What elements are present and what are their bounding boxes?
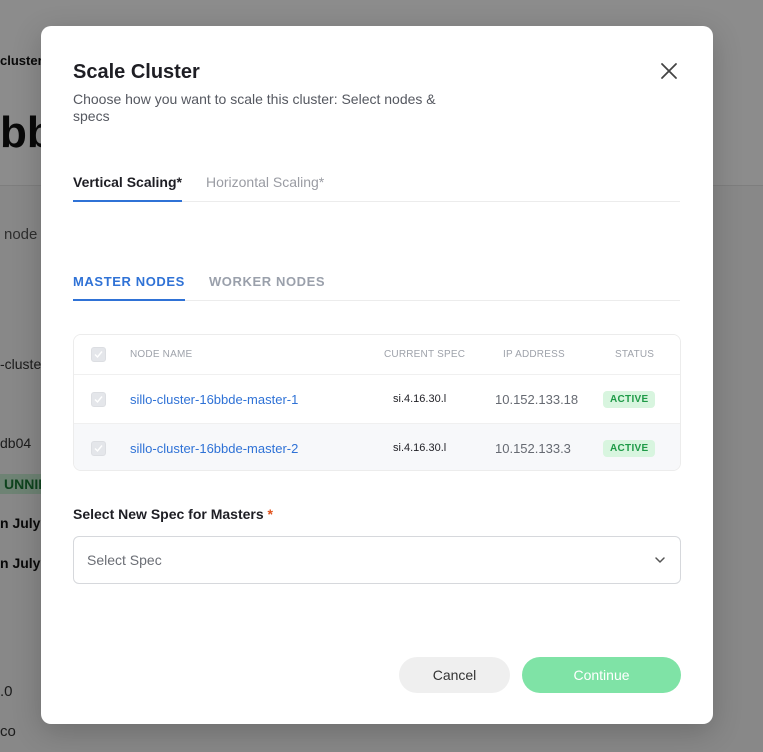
- header-current-spec: CURRENT SPEC: [384, 349, 466, 360]
- select-all-checkbox[interactable]: [91, 347, 106, 362]
- row-checkbox[interactable]: [91, 391, 106, 407]
- status-badge: ACTIVE: [603, 390, 656, 408]
- node-name-link[interactable]: sillo-cluster-16bbde-master-2: [130, 441, 298, 456]
- status-badge: ACTIVE: [603, 439, 656, 457]
- chevron-down-icon: [655, 557, 665, 563]
- header-status: STATUS: [615, 349, 655, 360]
- nodes-table: NODE NAME CURRENT SPEC IP ADDRESS STATUS…: [73, 334, 681, 471]
- tab-worker-nodes[interactable]: WORKER NODES: [209, 274, 325, 300]
- modal-subtitle: Choose how you want to scale this cluste…: [73, 91, 436, 124]
- header-node-name: NODE NAME: [130, 349, 193, 360]
- close-button[interactable]: [656, 58, 682, 84]
- spec-field-label: Select New Spec for Masters *: [73, 506, 273, 522]
- check-icon: [94, 351, 103, 359]
- node-ip-address: 10.152.133.3: [495, 440, 571, 456]
- check-icon: [94, 395, 103, 403]
- table-row: sillo-cluster-16bbde-master-1 si.4.16.30…: [74, 375, 680, 424]
- check-icon: [94, 444, 103, 452]
- spec-select-placeholder: Select Spec: [87, 552, 162, 568]
- node-type-tabs: MASTER NODES WORKER NODES: [73, 274, 680, 301]
- row-checkbox[interactable]: [91, 440, 106, 456]
- continue-button[interactable]: Continue: [522, 657, 681, 693]
- node-current-spec: si.4.16.30.l: [393, 442, 447, 454]
- scale-cluster-modal: Scale Cluster Choose how you want to sca…: [41, 26, 713, 724]
- tab-horizontal-scaling[interactable]: Horizontal Scaling*: [206, 174, 324, 201]
- close-icon: [661, 63, 677, 79]
- node-name-link[interactable]: sillo-cluster-16bbde-master-1: [130, 392, 298, 407]
- spec-select[interactable]: Select Spec: [73, 536, 681, 584]
- node-current-spec: si.4.16.30.l: [393, 393, 447, 405]
- header-ip-address: IP ADDRESS: [503, 349, 565, 360]
- table-header-row: NODE NAME CURRENT SPEC IP ADDRESS STATUS: [74, 335, 680, 375]
- modal-title: Scale Cluster: [73, 61, 200, 83]
- tab-master-nodes[interactable]: MASTER NODES: [73, 274, 185, 301]
- cancel-button[interactable]: Cancel: [399, 657, 510, 693]
- tab-vertical-scaling[interactable]: Vertical Scaling*: [73, 174, 182, 202]
- scaling-type-tabs: Vertical Scaling* Horizontal Scaling*: [73, 174, 680, 202]
- table-row: sillo-cluster-16bbde-master-2 si.4.16.30…: [74, 424, 680, 470]
- node-ip-address: 10.152.133.18: [495, 391, 579, 407]
- spec-field-label-text: Select New Spec for Masters: [73, 506, 264, 522]
- required-mark: *: [267, 506, 273, 522]
